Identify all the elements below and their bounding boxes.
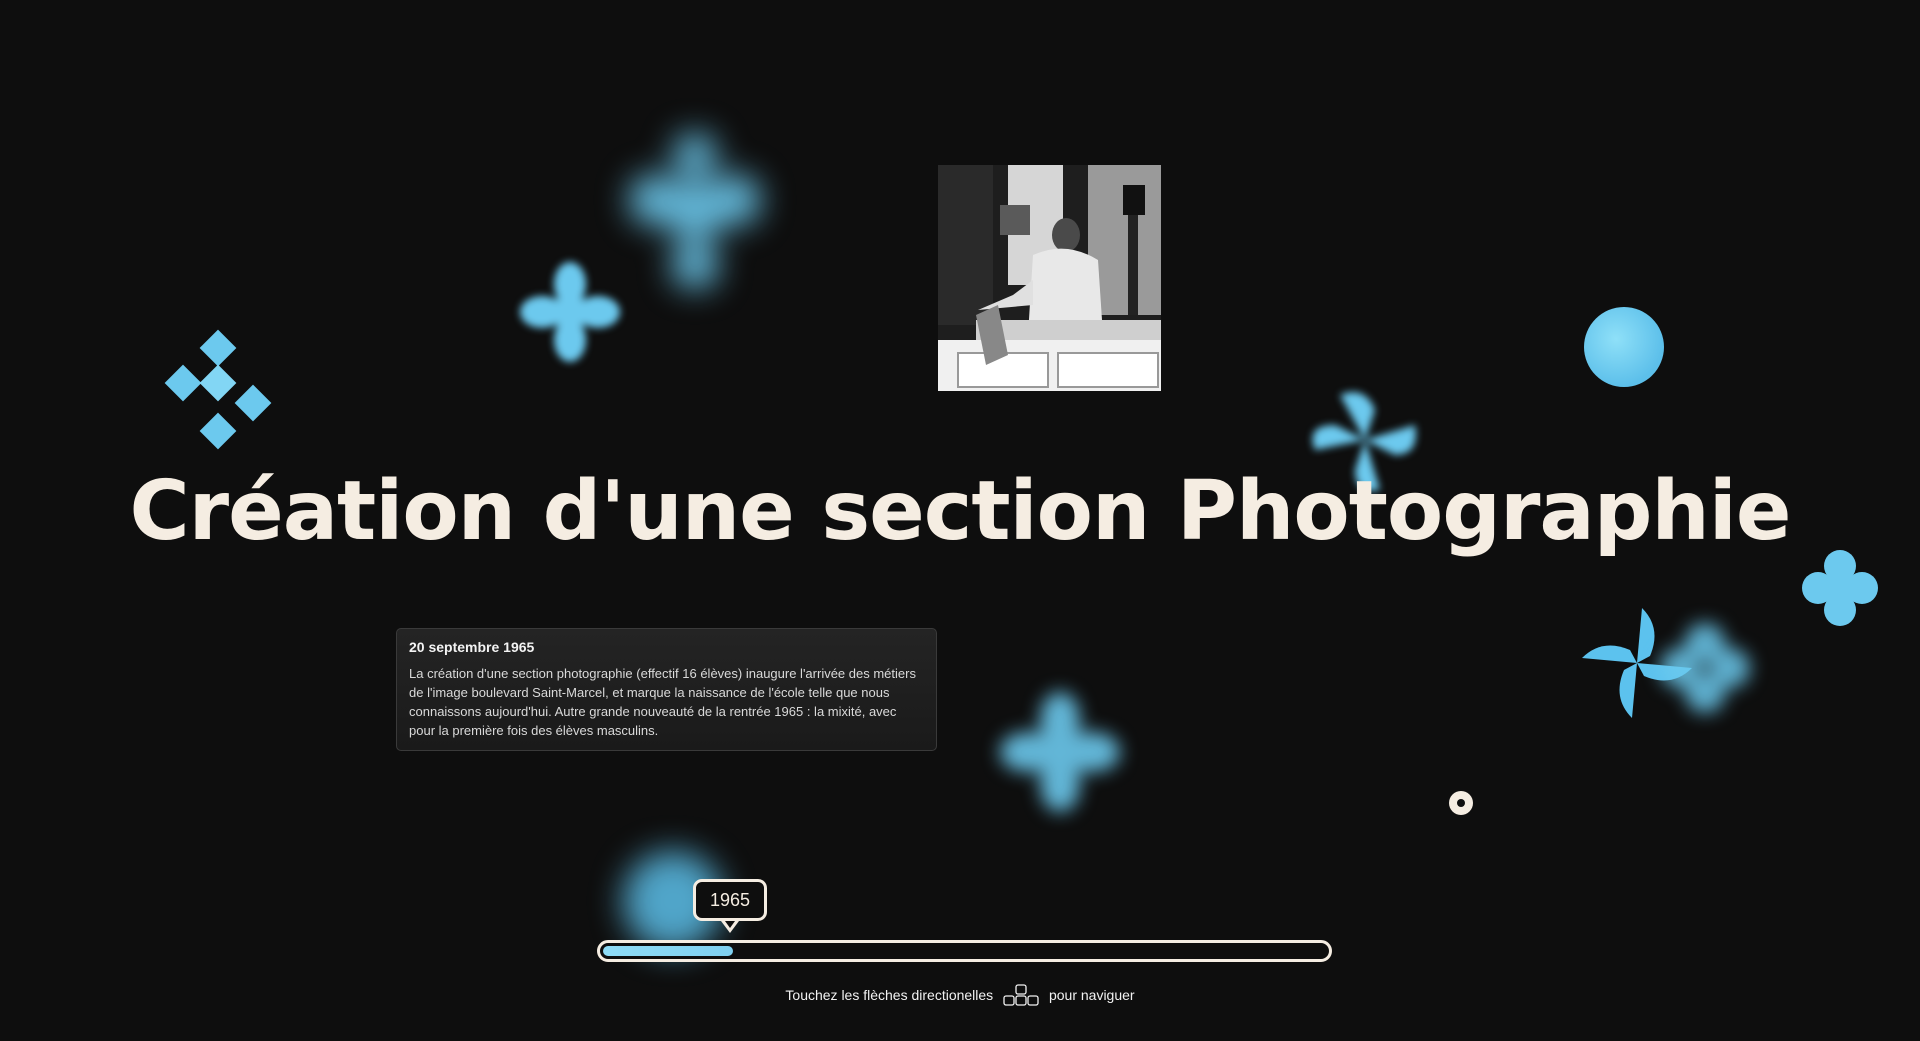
arrow-keys-icon — [1003, 984, 1039, 1006]
blurred-cross-shape-center — [1000, 692, 1120, 812]
navigation-hint-after: pour naviguer — [1048, 987, 1135, 1003]
blurred-flower-shape-top — [620, 125, 770, 295]
navigation-hint: Touchez les flèches directionelles pour … — [0, 984, 1920, 1006]
clover-shape-left — [520, 262, 620, 362]
blurred-clover-shape-right — [1655, 618, 1755, 718]
archive-photo — [938, 165, 1161, 391]
timeline-page: Création d'une section Photographie 20 s… — [0, 0, 1920, 1041]
current-year-label: 1965 — [693, 879, 767, 921]
diamond-cluster-shape — [158, 329, 288, 463]
cursor-dot — [1449, 791, 1473, 815]
event-date: 20 septembre 1965 — [409, 639, 535, 655]
timeline-slider[interactable] — [597, 940, 1332, 962]
circle-shape — [1584, 307, 1664, 387]
page-title: Création d'une section Photographie — [129, 464, 1791, 559]
event-info-card: 20 septembre 1965 La création d'une sect… — [396, 628, 937, 751]
timeline-progress-fill — [603, 946, 733, 956]
year-pointer-inner — [725, 921, 735, 928]
event-description: La création d'une section photographie (… — [409, 666, 916, 738]
navigation-hint-before: Touchez les flèches directionelles — [785, 987, 994, 1003]
